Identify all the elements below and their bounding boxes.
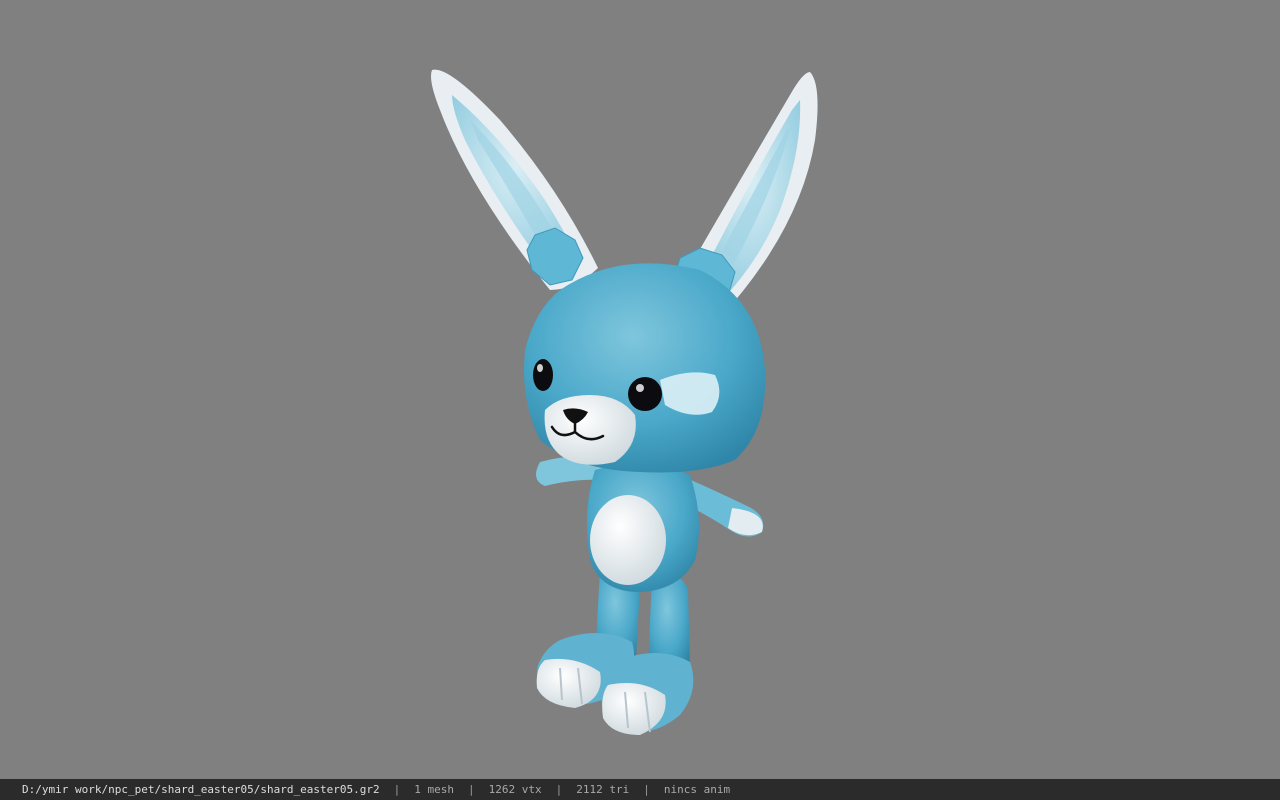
separator: |	[555, 783, 563, 796]
status-bar: D:/ymir work/npc_pet/shard_easter05/shar…	[0, 779, 1280, 800]
bunny-model[interactable]	[0, 0, 1280, 779]
mesh-count: 1 mesh	[414, 783, 454, 796]
vertex-count: 1262 vtx	[488, 783, 542, 796]
left-eye	[533, 359, 553, 391]
bunny-body	[586, 463, 699, 592]
file-path: D:/ymir work/npc_pet/shard_easter05/shar…	[22, 783, 380, 796]
separator: |	[468, 783, 475, 796]
triangle-count: 2112 tri	[576, 783, 630, 796]
right-eye	[628, 377, 662, 411]
separator: |	[393, 783, 401, 796]
animation-status: nincs anim	[663, 783, 731, 796]
right-foot	[601, 652, 694, 735]
separator: |	[643, 783, 650, 796]
3d-viewport[interactable]	[0, 0, 1280, 779]
bunny-head	[524, 263, 766, 473]
